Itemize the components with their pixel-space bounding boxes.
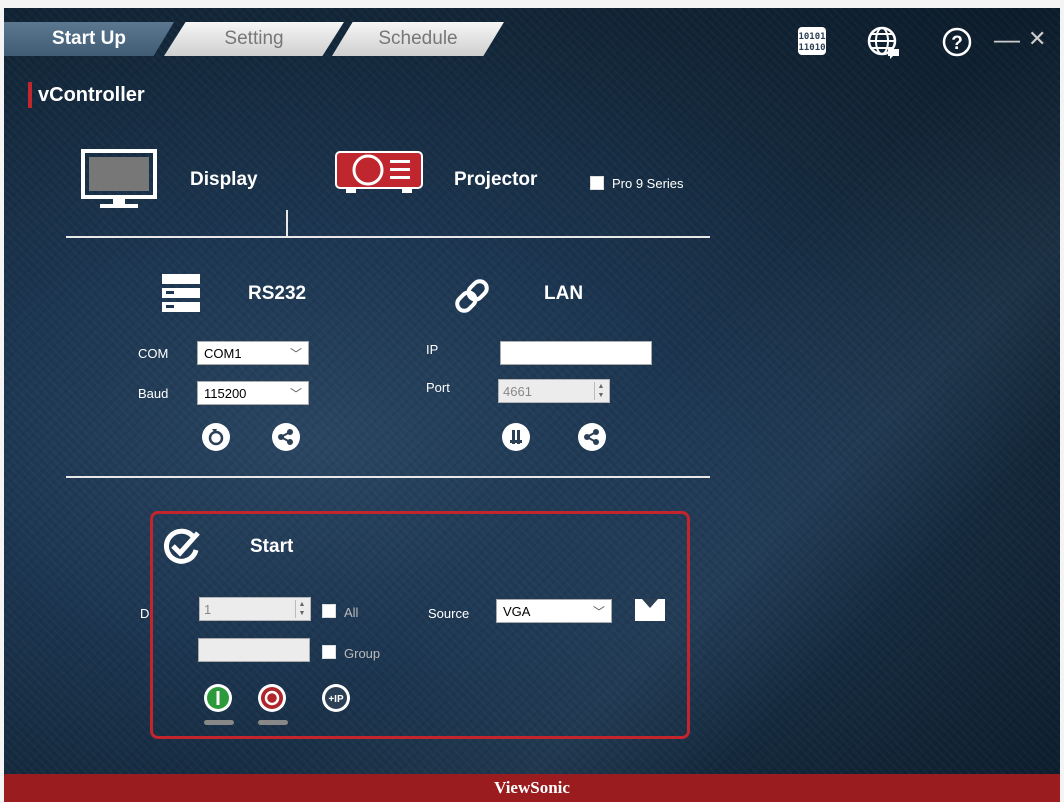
globe-language-icon[interactable] (866, 25, 902, 59)
lan-title: LAN (544, 283, 584, 304)
all-label: All (344, 605, 359, 620)
group-checkbox[interactable] (322, 645, 336, 659)
svg-text:?: ? (951, 33, 963, 54)
chevron-down-icon: ﹀ (289, 387, 302, 401)
pro9-series-checkbox[interactable] (590, 176, 604, 190)
tab-setting[interactable]: Setting (164, 22, 344, 56)
binary-code-icon[interactable]: 10101 11010 (796, 25, 828, 59)
projector-label[interactable]: Projector (454, 169, 537, 191)
power-on-icon (204, 684, 234, 725)
divider-top (66, 236, 710, 238)
start-title: Start (250, 536, 294, 557)
refresh-icon (203, 424, 229, 450)
stepper-arrows-icon[interactable]: ▲ ▼ (594, 382, 607, 400)
lan-network-button[interactable] (502, 423, 530, 451)
group-input[interactable] (198, 638, 310, 662)
baud-select[interactable]: 115200 ﹀ (197, 381, 309, 405)
svg-text:10101: 10101 (798, 32, 825, 42)
plus-ip-icon: +IP (322, 684, 350, 712)
chevron-down-icon: ﹀ (592, 605, 605, 619)
ip-input[interactable] (500, 341, 652, 365)
app-window: Start Up Setting Schedule 10101 11010 ? … (4, 8, 1060, 802)
projector-icon[interactable] (334, 148, 424, 196)
power-off-icon (258, 684, 288, 725)
help-icon[interactable]: ? (940, 25, 976, 59)
download-arrow-icon (635, 599, 665, 621)
check-circle-icon (162, 526, 202, 566)
title-accent-bar (28, 82, 32, 108)
rs232-title: RS232 (248, 283, 307, 304)
share-icon (579, 424, 605, 450)
source-apply-button[interactable] (632, 596, 668, 624)
lan-connect-button[interactable] (578, 423, 606, 451)
source-label: Source (428, 606, 470, 621)
footer-brand: ViewSonic (4, 774, 1060, 802)
all-checkbox[interactable] (322, 604, 336, 618)
port-stepper[interactable]: 4661 ▲ ▼ (498, 379, 610, 403)
divider-middle (66, 476, 710, 478)
rs232-connect-button[interactable] (272, 423, 300, 451)
baud-label: Baud (138, 386, 169, 401)
power-off-button[interactable] (256, 682, 290, 728)
svg-text:11010: 11010 (798, 43, 825, 53)
rs232-server-icon (160, 272, 204, 316)
chevron-down-icon: ﹀ (289, 347, 302, 361)
port-label: Port (426, 380, 450, 395)
share-icon (273, 424, 299, 450)
svg-text:+IP: +IP (328, 694, 344, 705)
power-on-button[interactable] (202, 682, 236, 728)
id-stepper[interactable]: 1 ▲ ▼ (199, 597, 311, 621)
add-ip-button[interactable]: +IP (320, 682, 354, 716)
selection-indicator (286, 210, 288, 236)
source-select[interactable]: VGA ﹀ (496, 599, 612, 623)
display-monitor-icon[interactable] (80, 148, 158, 210)
network-cable-icon (503, 424, 529, 450)
app-title: vController (38, 84, 145, 106)
tab-schedule[interactable]: Schedule (332, 22, 504, 56)
link-chain-icon (450, 274, 494, 318)
tab-start-up[interactable]: Start Up (4, 22, 174, 56)
id-label: D (140, 606, 150, 621)
refresh-button[interactable] (202, 423, 230, 451)
stepper-arrows-icon[interactable]: ▲ ▼ (295, 600, 308, 618)
pro9-series-label: Pro 9 Series (612, 176, 684, 191)
com-select[interactable]: COM1 ﹀ (197, 341, 309, 365)
close-icon[interactable]: ✕ (1028, 26, 1046, 52)
minimize-icon[interactable]: — (994, 26, 1020, 52)
display-label[interactable]: Display (190, 169, 258, 191)
com-label: COM (138, 346, 169, 361)
ip-label: IP (426, 342, 439, 357)
group-label: Group (344, 646, 381, 661)
